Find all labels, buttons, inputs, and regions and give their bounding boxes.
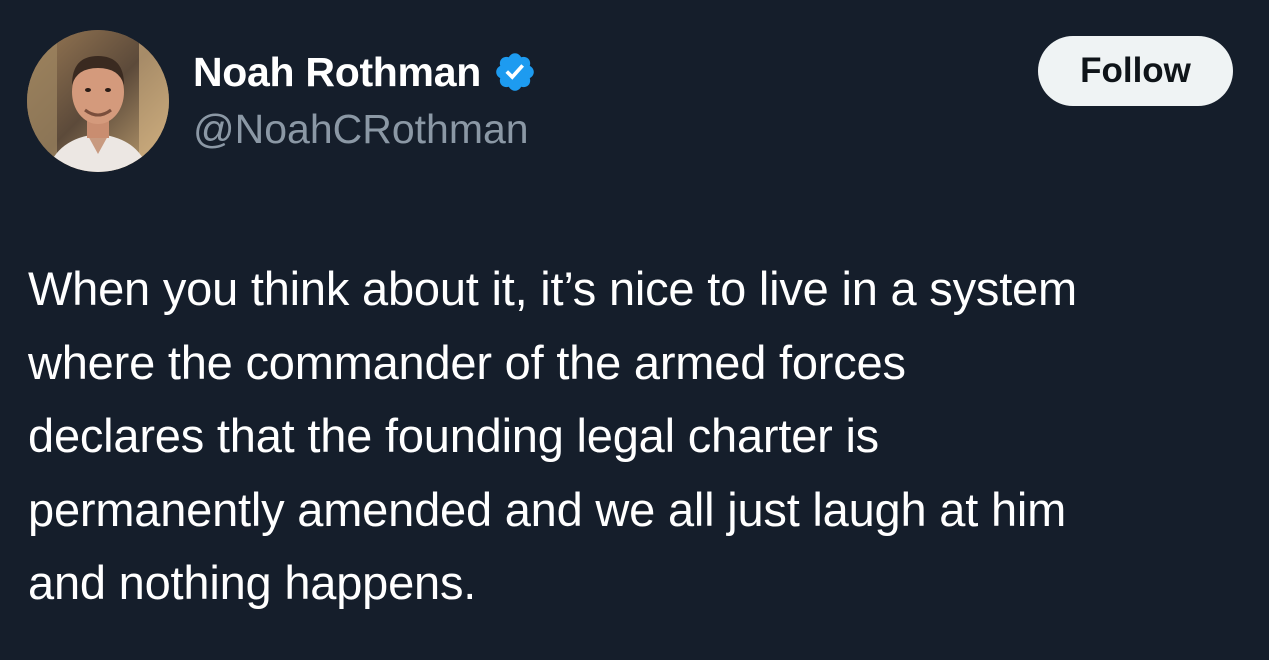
author-handle[interactable]: @NoahCRothman (193, 106, 529, 153)
author-display-name[interactable]: Noah Rothman (193, 49, 481, 96)
author-name-row: Noah Rothman (193, 44, 537, 100)
tweet-text-line: and nothing happens. (28, 556, 477, 609)
follow-button[interactable]: Follow (1038, 36, 1233, 106)
tweet-card: Noah Rothman @NoahCRothman Follow When y… (0, 0, 1269, 660)
tweet-text-line: permanently amended and we all just laug… (28, 482, 1067, 536)
verified-badge-icon[interactable] (493, 50, 537, 94)
tweet-text-line: where the commander of the armed forces (28, 335, 906, 389)
tweet-text-line: When you think about it, it’s nice to li… (28, 262, 1077, 315)
avatar-photo-icon (27, 30, 169, 172)
tweet-text-line: declares that the founding legal charter… (28, 409, 879, 462)
avatar[interactable] (27, 30, 169, 172)
tweet-text: When you think about it, it’s nice to li… (28, 252, 1258, 620)
